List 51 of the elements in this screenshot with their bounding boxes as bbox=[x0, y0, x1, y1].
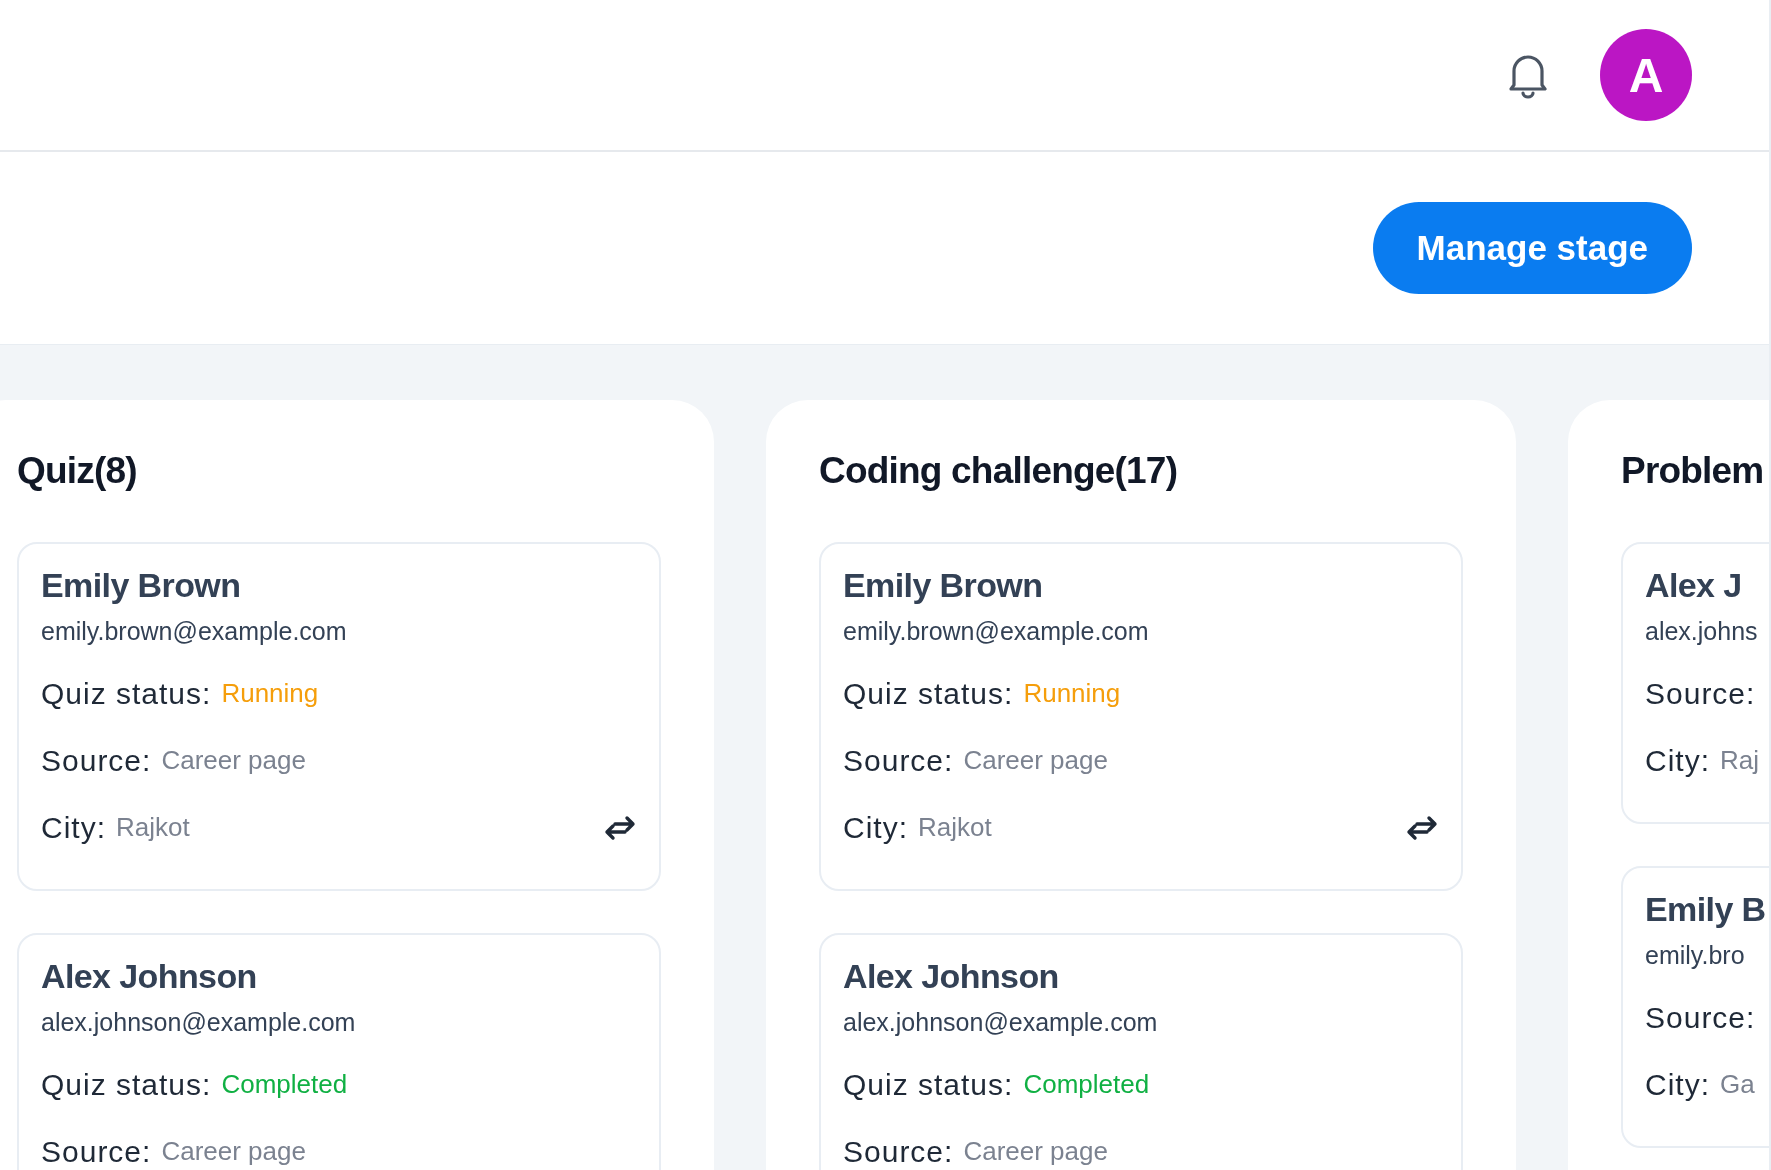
manage-stage-button[interactable]: Manage stage bbox=[1372, 202, 1692, 294]
candidate-name: Alex J bbox=[1645, 566, 1743, 605]
field-value: Running bbox=[1023, 678, 1121, 709]
field-label: Quiz status: bbox=[843, 1067, 1014, 1102]
field-label: Source: bbox=[1645, 676, 1756, 711]
field-label: City: bbox=[1645, 743, 1710, 778]
candidate-card[interactable]: Alex Johnson alex.johnson@example.com Quiz status: Completed Source: Career page bbox=[819, 933, 1463, 1170]
field-label: Quiz status: bbox=[41, 676, 212, 711]
candidate-email: alex.johns bbox=[1645, 617, 1759, 646]
field-value: Career page bbox=[161, 745, 306, 776]
candidate-email: emily.bro bbox=[1645, 941, 1746, 970]
field-value: Career page bbox=[963, 1136, 1108, 1167]
candidate-email: emily.brown@example.com bbox=[843, 617, 1150, 646]
field-value: Raj bbox=[1720, 745, 1759, 776]
field-label: City: bbox=[843, 810, 908, 845]
column-title: Problem bbox=[1621, 450, 1765, 492]
field-label: Quiz status: bbox=[843, 676, 1014, 711]
candidate-card[interactable]: Alex Johnson alex.johnson@example.com Quiz status: Completed Source: Career page bbox=[17, 933, 661, 1170]
field-label: Source: bbox=[843, 743, 954, 778]
candidate-name: Alex Johnson bbox=[41, 957, 258, 996]
candidate-card[interactable]: Emily Brown emily.brown@example.com Quiz status: Running Source: Career page City: Rajkot bbox=[819, 542, 1463, 891]
field-label: City: bbox=[1645, 1067, 1710, 1102]
field-value: Completed bbox=[221, 1069, 348, 1100]
field-label: Source: bbox=[41, 743, 152, 778]
field-value: Completed bbox=[1023, 1069, 1150, 1100]
candidate-card[interactable]: Alex J alex.johns Source: City: Raj bbox=[1621, 542, 1769, 824]
field-value: Career page bbox=[963, 745, 1108, 776]
column-title: Coding challenge(17) bbox=[819, 450, 1179, 492]
user-avatar[interactable]: A bbox=[1600, 29, 1692, 121]
swap-arrows-icon[interactable] bbox=[1405, 814, 1439, 841]
candidate-card[interactable]: Emily B emily.bro Source: City: Ga bbox=[1621, 866, 1769, 1148]
field-value: Rajkot bbox=[918, 812, 992, 843]
field-label: City: bbox=[41, 810, 106, 845]
candidate-email: alex.johnson@example.com bbox=[843, 1008, 1159, 1037]
field-label: Source: bbox=[1645, 1000, 1756, 1035]
field-value: Ga bbox=[1720, 1069, 1755, 1100]
field-value: Rajkot bbox=[116, 812, 190, 843]
candidate-email: emily.brown@example.com bbox=[41, 617, 348, 646]
field-label: Source: bbox=[843, 1134, 954, 1169]
field-value: Career page bbox=[161, 1136, 306, 1167]
column-title: Quiz(8) bbox=[17, 450, 138, 492]
candidate-name: Emily B bbox=[1645, 890, 1767, 929]
candidate-name: Emily Brown bbox=[41, 566, 242, 605]
field-value: Running bbox=[221, 678, 319, 709]
field-label: Source: bbox=[41, 1134, 152, 1169]
field-label: Quiz status: bbox=[41, 1067, 212, 1102]
candidate-card[interactable]: Emily Brown emily.brown@example.com Quiz status: Running Source: Career page City: Rajkot bbox=[17, 542, 661, 891]
candidate-name: Alex Johnson bbox=[843, 957, 1060, 996]
candidate-name: Emily Brown bbox=[843, 566, 1044, 605]
candidate-email: alex.johnson@example.com bbox=[41, 1008, 357, 1037]
swap-arrows-icon[interactable] bbox=[603, 814, 637, 841]
